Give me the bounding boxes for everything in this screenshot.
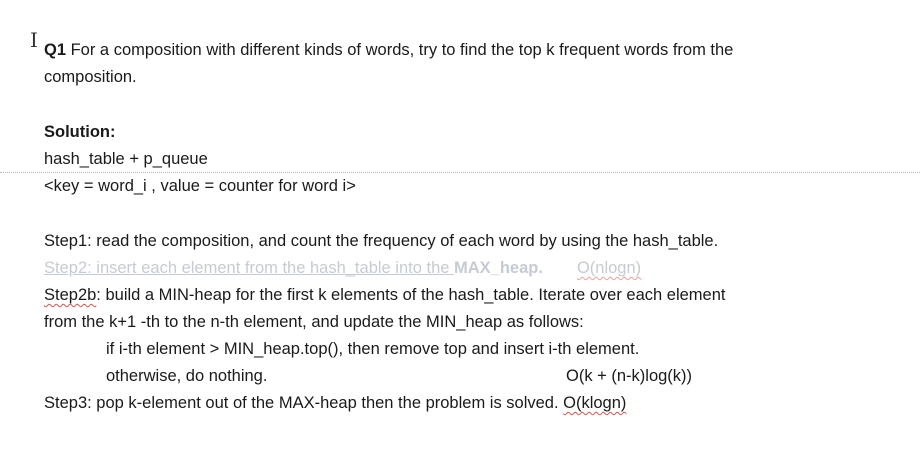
step2-bold: MAX_heap. [454, 259, 543, 277]
condition-complexity: O(k + (n-k)log(k)) [566, 367, 693, 385]
question-label: Q1 [44, 41, 67, 59]
question-text: For a composition with different kinds o… [66, 41, 734, 59]
step2b-text: : build a MIN-heap for the first k eleme… [96, 286, 726, 304]
step2b-line-2: from the k+1 -th to the n-th element, an… [44, 313, 584, 331]
question-text-continued: composition. [44, 68, 137, 86]
solution-heading: Solution: [44, 123, 116, 141]
step3-text: Step3: pop k-element out of the MAX-heap… [44, 394, 564, 412]
solution-line-1: hash_table + p_queue [44, 150, 208, 168]
condition-line-1: if i-th element > MIN_heap.top(), then r… [106, 340, 640, 358]
question-line-2: composition. [44, 67, 137, 87]
page-divider [0, 172, 920, 173]
step2-line: Step2: insert each element from the hash… [44, 258, 641, 278]
step1-line: Step1: read the composition, and count t… [44, 232, 719, 250]
step2-complexity: O(nlogn) [576, 259, 642, 277]
solution-line-2: <key = word_i , value = counter for word… [44, 177, 356, 195]
text-cursor-icon: I [30, 28, 38, 52]
document-page: I Q1 For a composition with different ki… [0, 0, 920, 450]
question-line-1: Q1 For a composition with different kind… [44, 40, 733, 60]
condition-line-2: otherwise, do nothing. [106, 367, 268, 385]
step2-text: Step2: insert each element from the hash… [44, 259, 455, 277]
step2b-label: Step2b [44, 286, 97, 304]
step3-complexity: O(klogn) [563, 394, 627, 412]
step3-line: Step3: pop k-element out of the MAX-heap… [44, 393, 626, 413]
step2b-line-1: Step2b: build a MIN-heap for the first k… [44, 285, 725, 305]
